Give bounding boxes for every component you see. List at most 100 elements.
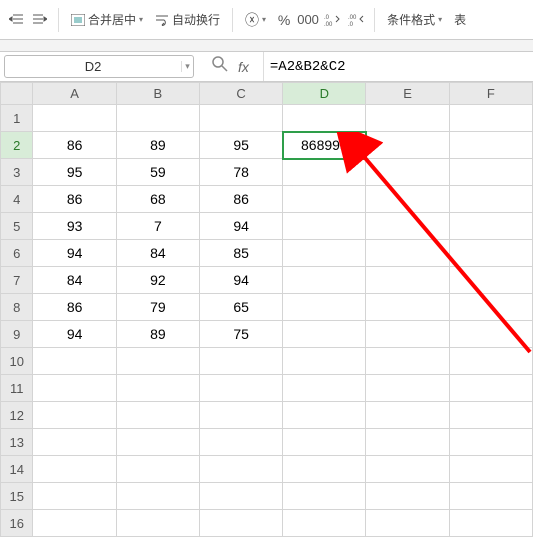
cell[interactable] <box>366 429 449 456</box>
cell[interactable]: 868995 <box>283 132 366 159</box>
zoom-icon[interactable] <box>212 56 228 77</box>
row-header[interactable]: 4 <box>1 186 33 213</box>
cell[interactable] <box>116 456 199 483</box>
cell[interactable]: 85 <box>199 240 282 267</box>
cell[interactable] <box>116 375 199 402</box>
formula-input[interactable] <box>263 52 533 81</box>
row-header[interactable]: 2 <box>1 132 33 159</box>
row-header[interactable]: 10 <box>1 348 33 375</box>
cell[interactable] <box>283 267 366 294</box>
row-header[interactable]: 3 <box>1 159 33 186</box>
cell[interactable] <box>116 483 199 510</box>
cell[interactable]: 65 <box>199 294 282 321</box>
cell[interactable] <box>199 375 282 402</box>
cell[interactable] <box>199 429 282 456</box>
cell[interactable] <box>449 348 532 375</box>
cell[interactable] <box>283 402 366 429</box>
col-header[interactable]: C <box>199 83 282 105</box>
cell[interactable]: 86 <box>33 186 116 213</box>
cell[interactable] <box>33 429 116 456</box>
cell[interactable] <box>366 348 449 375</box>
cells-table[interactable]: A B C D E F 1286899586899539559784866886… <box>0 82 533 537</box>
row-header[interactable]: 12 <box>1 402 33 429</box>
row-header[interactable]: 16 <box>1 510 33 537</box>
currency-button[interactable]: ⓧ ▾ <box>241 10 270 30</box>
cell[interactable] <box>116 402 199 429</box>
table-style-button[interactable]: 表 <box>450 11 470 28</box>
col-header[interactable]: D <box>283 83 366 105</box>
cell[interactable]: 86 <box>33 294 116 321</box>
cell[interactable] <box>449 456 532 483</box>
cell[interactable] <box>449 402 532 429</box>
cell[interactable] <box>33 510 116 537</box>
cell[interactable]: 7 <box>116 213 199 240</box>
cell[interactable] <box>283 483 366 510</box>
cell[interactable]: 84 <box>116 240 199 267</box>
cell[interactable]: 79 <box>116 294 199 321</box>
cell[interactable] <box>366 375 449 402</box>
cell[interactable] <box>283 321 366 348</box>
decrease-decimal-icon[interactable]: .00.0 <box>346 10 366 30</box>
cell[interactable]: 89 <box>116 132 199 159</box>
cell[interactable]: 89 <box>116 321 199 348</box>
cell[interactable] <box>449 105 532 132</box>
cell[interactable]: 68 <box>116 186 199 213</box>
cell[interactable] <box>449 267 532 294</box>
col-header[interactable]: F <box>449 83 532 105</box>
select-all-corner[interactable] <box>1 83 33 105</box>
cell[interactable] <box>33 456 116 483</box>
cell[interactable] <box>366 159 449 186</box>
conditional-format-button[interactable]: 条件格式 ▾ <box>383 11 446 28</box>
name-box[interactable]: ▾ <box>4 55 194 78</box>
cell[interactable]: 94 <box>199 267 282 294</box>
cell[interactable] <box>366 321 449 348</box>
cell[interactable] <box>366 132 449 159</box>
cell[interactable] <box>283 429 366 456</box>
row-header[interactable]: 8 <box>1 294 33 321</box>
row-header[interactable]: 9 <box>1 321 33 348</box>
percent-icon[interactable]: % <box>274 10 294 30</box>
cell[interactable] <box>199 510 282 537</box>
row-header[interactable]: 5 <box>1 213 33 240</box>
merge-center-button[interactable]: 合并居中 ▾ <box>67 11 147 28</box>
cell[interactable] <box>283 375 366 402</box>
cell[interactable]: 86 <box>33 132 116 159</box>
cell[interactable] <box>283 240 366 267</box>
cell[interactable] <box>33 402 116 429</box>
row-header[interactable]: 6 <box>1 240 33 267</box>
cell[interactable] <box>449 240 532 267</box>
cell[interactable]: 59 <box>116 159 199 186</box>
cell[interactable] <box>33 375 116 402</box>
cell[interactable] <box>449 294 532 321</box>
cell[interactable] <box>366 240 449 267</box>
cell[interactable] <box>366 510 449 537</box>
cell[interactable] <box>366 186 449 213</box>
cell[interactable]: 84 <box>33 267 116 294</box>
cell[interactable] <box>116 510 199 537</box>
row-header[interactable]: 11 <box>1 375 33 402</box>
cell[interactable]: 92 <box>116 267 199 294</box>
increase-decimal-icon[interactable]: .0.00 <box>322 10 342 30</box>
cell[interactable] <box>283 510 366 537</box>
cell[interactable] <box>283 348 366 375</box>
row-header[interactable]: 14 <box>1 456 33 483</box>
cell[interactable] <box>283 456 366 483</box>
cell[interactable] <box>116 348 199 375</box>
cell[interactable] <box>199 402 282 429</box>
wrap-text-button[interactable]: 自动换行 <box>151 11 224 28</box>
col-header[interactable]: B <box>116 83 199 105</box>
cell[interactable] <box>449 186 532 213</box>
cell[interactable] <box>366 105 449 132</box>
indent-decrease-icon[interactable] <box>6 10 26 30</box>
cell[interactable]: 94 <box>33 240 116 267</box>
cell[interactable] <box>449 510 532 537</box>
cell[interactable] <box>449 132 532 159</box>
cell[interactable] <box>366 267 449 294</box>
cell[interactable]: 93 <box>33 213 116 240</box>
cell[interactable] <box>33 348 116 375</box>
row-header[interactable]: 7 <box>1 267 33 294</box>
cell[interactable] <box>449 213 532 240</box>
cell[interactable] <box>449 375 532 402</box>
cell[interactable] <box>366 402 449 429</box>
cell[interactable] <box>366 213 449 240</box>
